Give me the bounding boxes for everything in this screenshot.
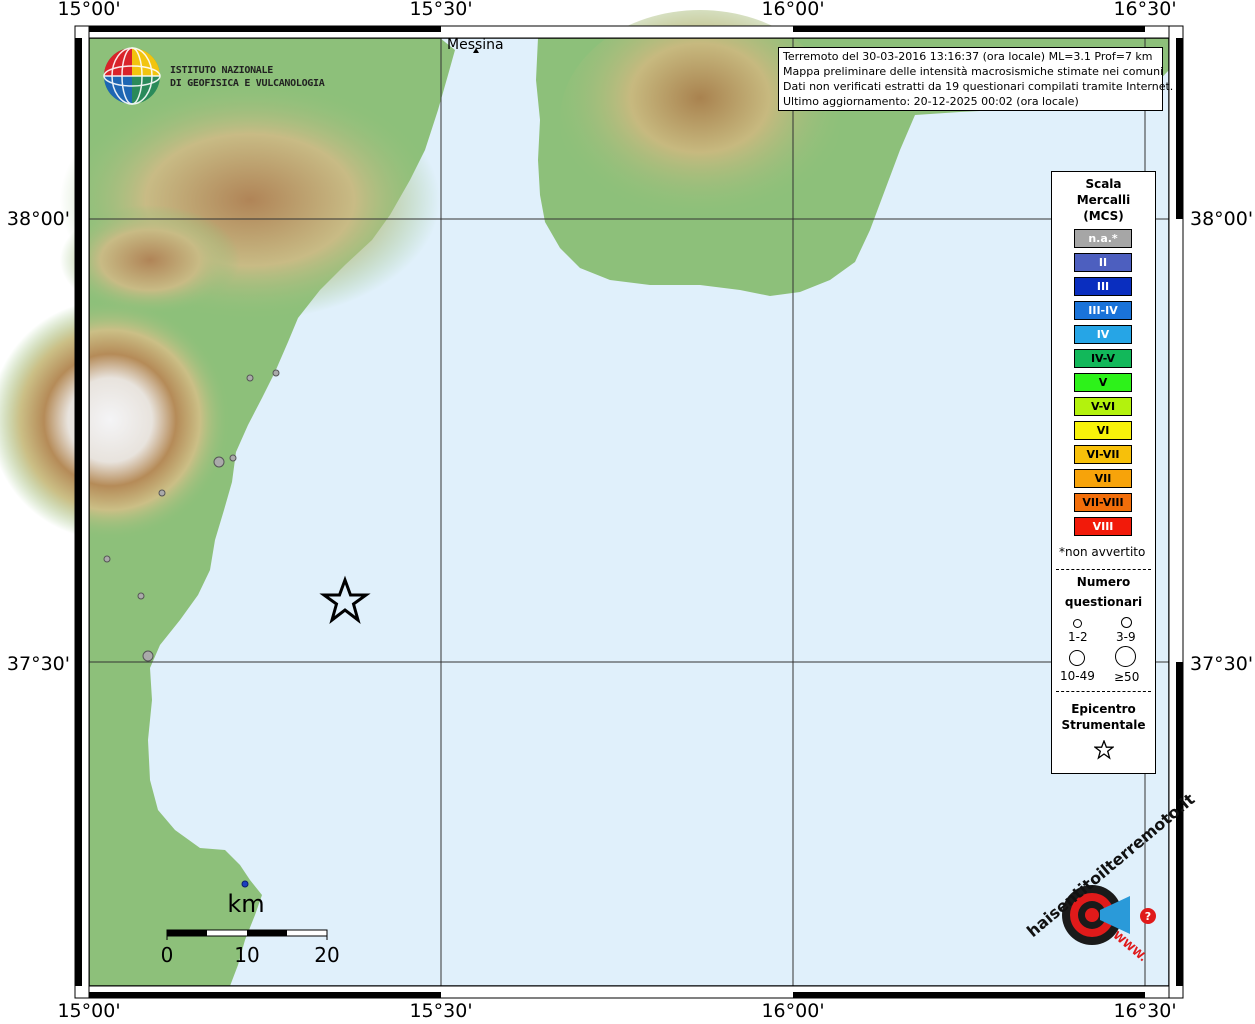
intensity-swatch: V: [1074, 373, 1132, 392]
scalebar-unit: km: [227, 890, 265, 918]
tick-lat-38-00-right: 38°00': [1190, 208, 1254, 230]
svg-text:?: ?: [1145, 910, 1151, 923]
tick-lon-15-00-top: 15°00': [57, 0, 121, 20]
observation-point: [103, 555, 111, 563]
intensity-swatch: VI: [1074, 421, 1132, 440]
observation-point: [213, 456, 225, 468]
event-info-box: Terremoto del 30-03-2016 13:16:37 (ora l…: [778, 47, 1174, 111]
intensity-swatch: VIII: [1074, 517, 1132, 536]
observation-point: [142, 650, 154, 662]
legend-star-icon: [1094, 740, 1114, 760]
legend-count-1-2: 1-2: [1068, 630, 1088, 644]
count-circle-medium: [1121, 617, 1132, 628]
observation-point: [158, 489, 166, 497]
observation-point: [137, 592, 145, 600]
intensity-swatch: IV-V: [1074, 349, 1132, 368]
aspromonte-relief: [560, 10, 840, 230]
intensity-swatch: VI-VII: [1074, 445, 1132, 464]
legend-count-10-49: 10-49: [1060, 669, 1095, 683]
count-circle-large: [1069, 650, 1085, 666]
legend-separator: [1056, 569, 1151, 570]
intensity-swatch: III-IV: [1074, 301, 1132, 320]
observation-point: [229, 454, 237, 462]
count-circle-small: [1073, 619, 1082, 628]
legend-count-title-line2: questionari: [1064, 595, 1143, 609]
tick-lat-38-00-left: 38°00': [6, 208, 70, 230]
legend-separator: [1056, 691, 1151, 692]
tick-lon-15-30-bottom: 15°30': [409, 1000, 473, 1022]
etna-relief: [0, 300, 230, 540]
tick-lat-37-30-left: 37°30': [6, 653, 70, 675]
observation-point: [272, 369, 280, 377]
event-info-line2: Mappa preliminare delle intensità macros…: [783, 65, 1164, 78]
legend-panel: Scala Mercalli (MCS) n.a.* II III III-IV IV I…: [1051, 171, 1156, 774]
intensity-swatch: VII: [1074, 469, 1132, 488]
intensity-swatch: VII-VIII: [1074, 493, 1132, 512]
legend-count-title-line1: Numero: [1076, 575, 1131, 589]
legend-note: *non avvertito: [1059, 545, 1146, 559]
tick-lon-16-00-top: 16°00': [761, 0, 825, 20]
legend-epicenter-title-line2: Strumentale: [1061, 718, 1146, 732]
scalebar-label-20: 20: [314, 943, 340, 967]
legend-title-line2: Mercalli: [1076, 193, 1131, 207]
tick-lon-16-30-bottom: 16°30': [1113, 1000, 1177, 1022]
legend-count-3-9: 3-9: [1116, 630, 1136, 644]
legend-epicenter-title-line1: Epicentro: [1071, 702, 1136, 716]
scalebar-label-0: 0: [160, 943, 174, 967]
place-label-messina: Messina: [447, 37, 504, 53]
tick-lon-16-30-top: 16°30': [1113, 0, 1177, 20]
event-info-line4: Ultimo aggiornamento: 20-12-2025 00:02 (…: [783, 95, 1079, 108]
legend-title-line1: Scala: [1085, 177, 1122, 191]
ingv-logo-text: ISTITUTO NAZIONALE DI GEOFISICA E VULCAN…: [170, 64, 325, 90]
event-info-line3: Dati non verificati estratti da 19 quest…: [783, 80, 1174, 93]
ingv-logo-line2: DI GEOFISICA E VULCANOLOGIA: [170, 78, 325, 89]
tick-lon-15-30-top: 15°30': [409, 0, 473, 20]
count-circle-xlarge: [1115, 646, 1136, 667]
tick-lat-37-30-right: 37°30': [1190, 653, 1254, 675]
intensity-swatch: V-VI: [1074, 397, 1132, 416]
scalebar-label-10: 10: [234, 943, 260, 967]
tick-lon-16-00-bottom: 16°00': [761, 1000, 825, 1022]
observation-point: [246, 374, 254, 382]
observation-point: [241, 880, 249, 888]
intensity-swatch: II: [1074, 253, 1132, 272]
legend-count-50-plus: ≥50: [1114, 670, 1140, 684]
intensity-swatch: n.a.*: [1074, 229, 1132, 248]
tick-lon-15-00-bottom: 15°00': [57, 1000, 121, 1022]
ingv-globe-icon: [103, 47, 161, 105]
event-info-line1: Terremoto del 30-03-2016 13:16:37 (ora l…: [783, 50, 1153, 63]
intensity-swatch: III: [1074, 277, 1132, 296]
intensity-swatch: IV: [1074, 325, 1132, 344]
legend-title-line3: (MCS): [1083, 209, 1124, 223]
ingv-logo-line1: ISTITUTO NAZIONALE: [170, 65, 273, 76]
